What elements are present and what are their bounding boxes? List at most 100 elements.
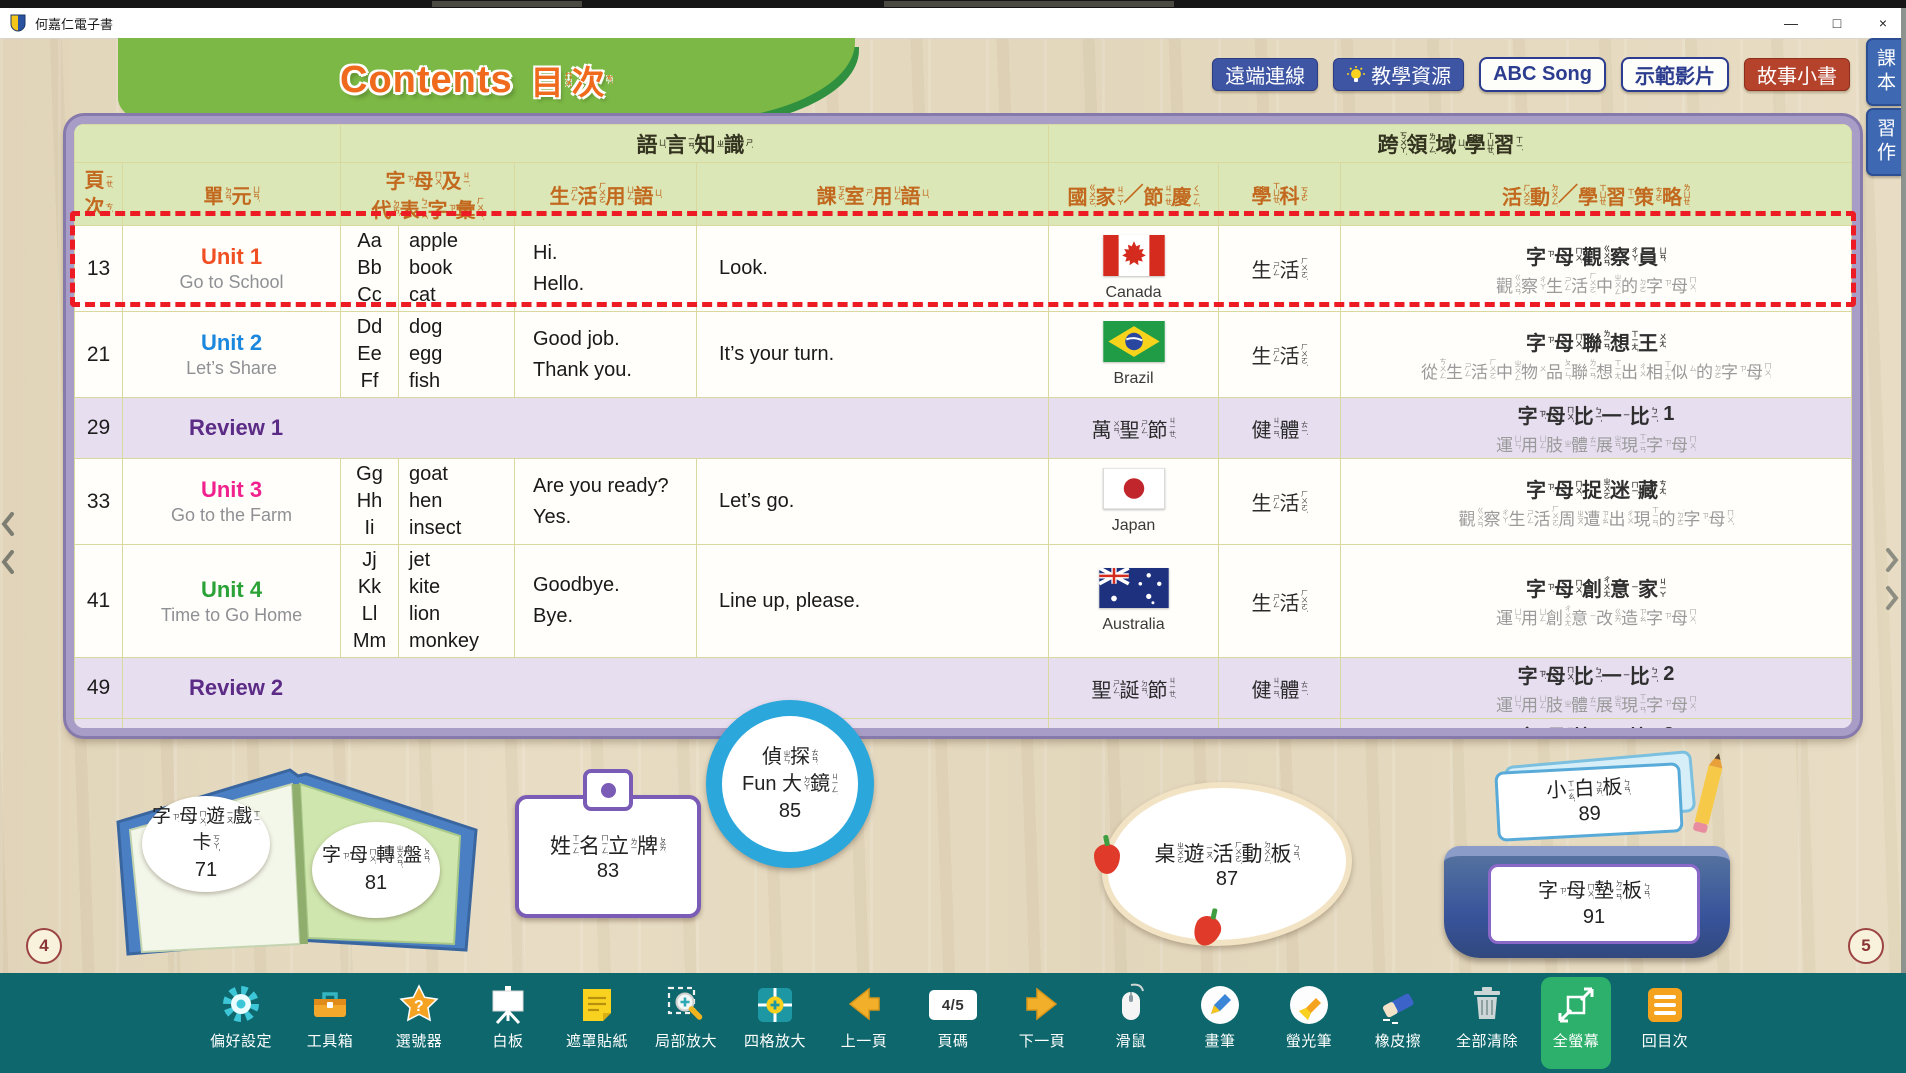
close-button[interactable]: × <box>1860 8 1906 38</box>
toolbar-partial-zoom[interactable]: 局部放大 <box>651 980 721 1073</box>
toolbar-number-picker[interactable]: ? 選號器 <box>384 980 454 1073</box>
brazil-flag-icon <box>1103 321 1165 362</box>
toolbar-eraser[interactable]: 橡皮擦 <box>1363 980 1433 1073</box>
shelf-item-mini-whiteboard[interactable]: 小ㄒㄧㄠˇ白ㄅㄞˊ板ㄅㄢˇ 89 <box>1494 762 1683 842</box>
group-header-language-knowledge: 語ㄩˇ言ㄧㄢˊ知ㄓ識ㄕˋ <box>341 125 1049 163</box>
toc-row-unit-4[interactable]: 41 Unit 4 Time to Go Home Jj Kk Ll Mm je… <box>75 545 1852 658</box>
toc-group-header-row: 語ㄩˇ言ㄧㄢˊ知ㄓ識ㄕˋ 跨ㄎㄨㄚˋ領ㄌㄧㄥˇ域ㄩˋ學ㄒㄩㄝˊ習ㄒㄧˊ <box>75 125 1852 163</box>
eraser-icon <box>1376 983 1420 1027</box>
toc-table-frame: 語ㄩˇ言ㄧㄢˊ知ㄓ識ㄕˋ 跨ㄎㄨㄚˋ領ㄌㄧㄥˇ域ㄩˋ學ㄒㄩㄝˊ習ㄒㄧˊ 頁ㄧㄝˋ… <box>66 116 1860 736</box>
toolbar-whiteboard[interactable]: 白板 <box>473 980 543 1073</box>
toc-column-header-row: 頁ㄧㄝˋ次ㄘˋ 單ㄉㄢ元ㄩㄢˊ 字ㄗˋ母ㄇㄨˇ及ㄐㄧˊ 代ㄉㄞˋ表ㄅㄧㄠˇ字ㄗˋ… <box>75 163 1852 226</box>
activity-title: 字ㄗˋ母ㄇㄨˇ聯ㄌㄧㄢˊ想ㄒㄧㄤˇ王ㄨㄤˊ <box>1341 327 1851 356</box>
country-name: Brazil <box>1049 370 1218 388</box>
toolbar-clear-all[interactable]: 全部清除 <box>1452 980 1522 1073</box>
col-header-subject: 學ㄒㄩㄝˊ科ㄎㄜ <box>1219 163 1341 226</box>
page-number: 33 <box>75 459 123 545</box>
trash-icon <box>1465 983 1509 1027</box>
toolbar-prev-page[interactable]: 上一頁 <box>829 980 899 1073</box>
chevron-right-icon <box>1885 586 1899 610</box>
col-header-classroom: 課ㄎㄜˋ室ㄕˋ用ㄩㄥˋ語ㄩˇ <box>697 163 1049 226</box>
tab-textbook[interactable]: 課本 <box>1866 38 1901 106</box>
holiday: 萬ㄨㄢˋ聖ㄕㄥˋ節ㄐㄧㄝˊ <box>1049 398 1219 459</box>
toolbar-back-to-contents[interactable]: 回目次 <box>1630 980 1700 1073</box>
tab-workbook[interactable]: 習作 <box>1866 108 1901 176</box>
toc-table-region: 語ㄩˇ言ㄧㄢˊ知ㄓ識ㄕˋ 跨ㄎㄨㄚˋ領ㄌㄧㄥˇ域ㄩˋ學ㄒㄩㄝˊ習ㄒㄧˊ 頁ㄧㄝˋ… <box>66 116 1860 736</box>
toolbar-highlighter[interactable]: 螢光筆 <box>1274 980 1344 1073</box>
prev-page-edge-arrows[interactable] <box>1 512 15 574</box>
toolbar-quad-zoom[interactable]: 四格放大 <box>740 980 810 1073</box>
group-header-cross-domain: 跨ㄎㄨㄚˋ領ㄌㄧㄥˇ域ㄩˋ學ㄒㄩㄝˊ習ㄒㄧˊ <box>1049 125 1852 163</box>
minimize-button[interactable]: — <box>1768 8 1814 38</box>
star-picker-icon: ? <box>397 983 441 1027</box>
next-arrow-icon <box>1020 983 1064 1027</box>
country-name: Australia <box>1049 616 1218 634</box>
unit-name: Unit 3 <box>123 477 340 503</box>
partial-zoom-icon <box>664 983 708 1027</box>
toolbar-toolbox[interactable]: 工具箱 <box>295 980 365 1073</box>
shelf-item-detective-magnifier[interactable]: 偵ㄓㄣ探ㄊㄢˋ Fun 大ㄉㄚˋ鏡ㄐㄧㄥˋ 85 <box>706 700 874 868</box>
teaching-resources-button[interactable]: 教學資源 <box>1333 58 1464 91</box>
toc-row-unit-2[interactable]: 21 Unit 2 Let’s Share Dd Ee Ff dog egg f… <box>75 312 1852 398</box>
unit-title: Let’s Share <box>123 358 340 379</box>
shelf-item-spinner[interactable]: 字ㄗˋ母ㄇㄨˇ轉ㄓㄨㄢˇ盤ㄆㄢˊ 81 <box>312 822 440 918</box>
unit-name: Unit 2 <box>123 330 340 356</box>
lightbulb-icon <box>1346 65 1366 85</box>
radish-icon <box>1094 844 1120 874</box>
shelf-item-name-stand[interactable]: 姓ㄒㄧㄥˋ名ㄇㄧㄥˊ立ㄌㄧˋ牌ㄆㄞˊ 83 <box>515 795 701 918</box>
toolbar-preferences[interactable]: 偏好設定 <box>206 980 276 1073</box>
toc-list-icon <box>1643 983 1687 1027</box>
activity-title: 字ㄗˋ母ㄇㄨˇ創ㄔㄨㄤˋ意ㄧˋ家ㄐㄧㄚ <box>1341 573 1851 602</box>
toc-row-review-2[interactable]: 49 Review 2 聖ㄕㄥˋ誕ㄉㄢˋ節ㄐㄧㄝˊ 健ㄐㄧㄢˋ體ㄊㄧˇ 字ㄗˋ母… <box>75 658 1852 719</box>
unit-title: Go to School <box>123 272 340 293</box>
toc-row-unit-3[interactable]: 33 Unit 3 Go to the Farm Gg Hh Ii goat h… <box>75 459 1852 545</box>
shelf-page-number: 87 <box>1216 868 1238 891</box>
toolbar-mouse[interactable]: 滑鼠 <box>1096 980 1166 1073</box>
shelf-page-number: 85 <box>779 798 801 825</box>
background-window-fragment <box>432 1 582 7</box>
subject: 健ㄐㄧㄢˋ體ㄊㄧˇ <box>1219 658 1341 719</box>
unit-letters: Aa Bb Cc <box>341 226 399 312</box>
story-book-button[interactable]: 故事小書 <box>1744 58 1850 91</box>
svg-text:?: ? <box>414 998 424 1015</box>
toc-row-unit-1[interactable]: 13 Unit 1 Go to School Aa Bb Cc apple bo… <box>75 226 1852 312</box>
remote-connect-button[interactable]: 遠端連線 <box>1212 58 1318 91</box>
next-page-edge-arrows[interactable] <box>1885 548 1899 610</box>
toolbar-fullscreen[interactable]: 全螢幕 <box>1541 977 1611 1069</box>
sticky-note-icon <box>575 983 619 1027</box>
letter-book-illustration: 字ㄗˋ母ㄇㄨˇ遊ㄧㄡˊ戲ㄒㄧˋ卡ㄎㄚˇ 71 字ㄗˋ母ㄇㄨˇ轉ㄓㄨㄢˇ盤ㄆㄢˊ … <box>100 752 492 957</box>
toolbar-page-number[interactable]: 4/5 頁碼 <box>918 980 988 1073</box>
activity-title: 字ㄗˋ母ㄇㄨˇ捉ㄓㄨㄛ迷ㄇㄧˊ藏ㄘㄤˊ <box>1341 474 1851 503</box>
unit-words: apple book cat <box>399 226 515 312</box>
classroom-expressions: Line up, please. <box>697 545 1049 658</box>
ebook-app: 何嘉仁電子書 — □ × Contents 目ㄇㄨˋ次ㄘˋ 遠端連線 教學資源 … <box>0 0 1906 1073</box>
chevron-left-icon <box>1 550 15 574</box>
toolbar-pen[interactable]: 畫筆 <box>1185 980 1255 1073</box>
shelf-item-game-cards[interactable]: 字ㄗˋ母ㄇㄨˇ遊ㄧㄡˊ戲ㄒㄧˋ卡ㄎㄚˇ 71 <box>142 796 270 892</box>
subject: 生ㄕㄥ活ㄏㄨㄛˊ <box>1219 226 1341 312</box>
page-number: 49 <box>75 658 123 719</box>
subject: 生ㄕㄥ活ㄏㄨㄛˊ <box>1219 459 1341 545</box>
contents-banner: Contents 目ㄇㄨˋ次ㄘˋ <box>118 38 855 122</box>
toc-row-final-review[interactable]: 53 Final Review 世ㄕˋ界ㄐㄧㄝˋ地ㄉㄧˋ圖ㄊㄨˊ 健ㄐㄧㄢˋ體ㄊ… <box>75 719 1852 737</box>
col-header-letters: 字ㄗˋ母ㄇㄨˇ及ㄐㄧˊ 代ㄉㄞˋ表ㄅㄧㄠˇ字ㄗˋ彙ㄏㄨㄟˋ <box>341 163 515 226</box>
abc-song-button[interactable]: ABC Song <box>1479 57 1606 92</box>
maximize-button[interactable]: □ <box>1814 8 1860 38</box>
demo-video-button[interactable]: 示範影片 <box>1621 57 1729 92</box>
window-titlebar: 何嘉仁電子書 — □ × <box>0 8 1906 39</box>
toolbar-mask-sticker[interactable]: 遮罩貼紙 <box>562 980 632 1073</box>
toc-row-review-1[interactable]: 29 Review 1 萬ㄨㄢˋ聖ㄕㄥˋ節ㄐㄧㄝˊ 健ㄐㄧㄢˋ體ㄊㄧˇ 字ㄗˋ母… <box>75 398 1852 459</box>
holiday: 世ㄕˋ界ㄐㄧㄝˋ地ㄉㄧˋ圖ㄊㄨˊ <box>1049 719 1219 737</box>
quad-zoom-icon <box>753 983 797 1027</box>
shelf-page-number: 71 <box>195 857 217 883</box>
toolbar-next-page[interactable]: 下一頁 <box>1007 980 1077 1073</box>
background-window-fragment <box>884 1 1174 7</box>
radish-icon <box>1189 912 1225 950</box>
unit-name: Unit 4 <box>123 577 340 603</box>
shelf-item-letter-mat[interactable]: 字ㄗˋ母ㄇㄨˇ墊ㄉㄧㄢˋ板ㄅㄢˇ 91 <box>1488 864 1700 944</box>
mouse-icon <box>1109 983 1153 1027</box>
country-name: Japan <box>1049 517 1218 535</box>
subject: 健ㄐㄧㄢˋ體ㄊㄧˇ <box>1219 398 1341 459</box>
top-button-row: 遠端連線 教學資源 ABC Song 示範影片 故事小書 <box>1212 57 1850 92</box>
shelf-item-board-game[interactable]: 桌ㄓㄨㄛ遊ㄧㄡˊ活ㄏㄨㄛˊ動ㄉㄨㄥˋ板ㄅㄢˇ 87 <box>1102 782 1352 946</box>
